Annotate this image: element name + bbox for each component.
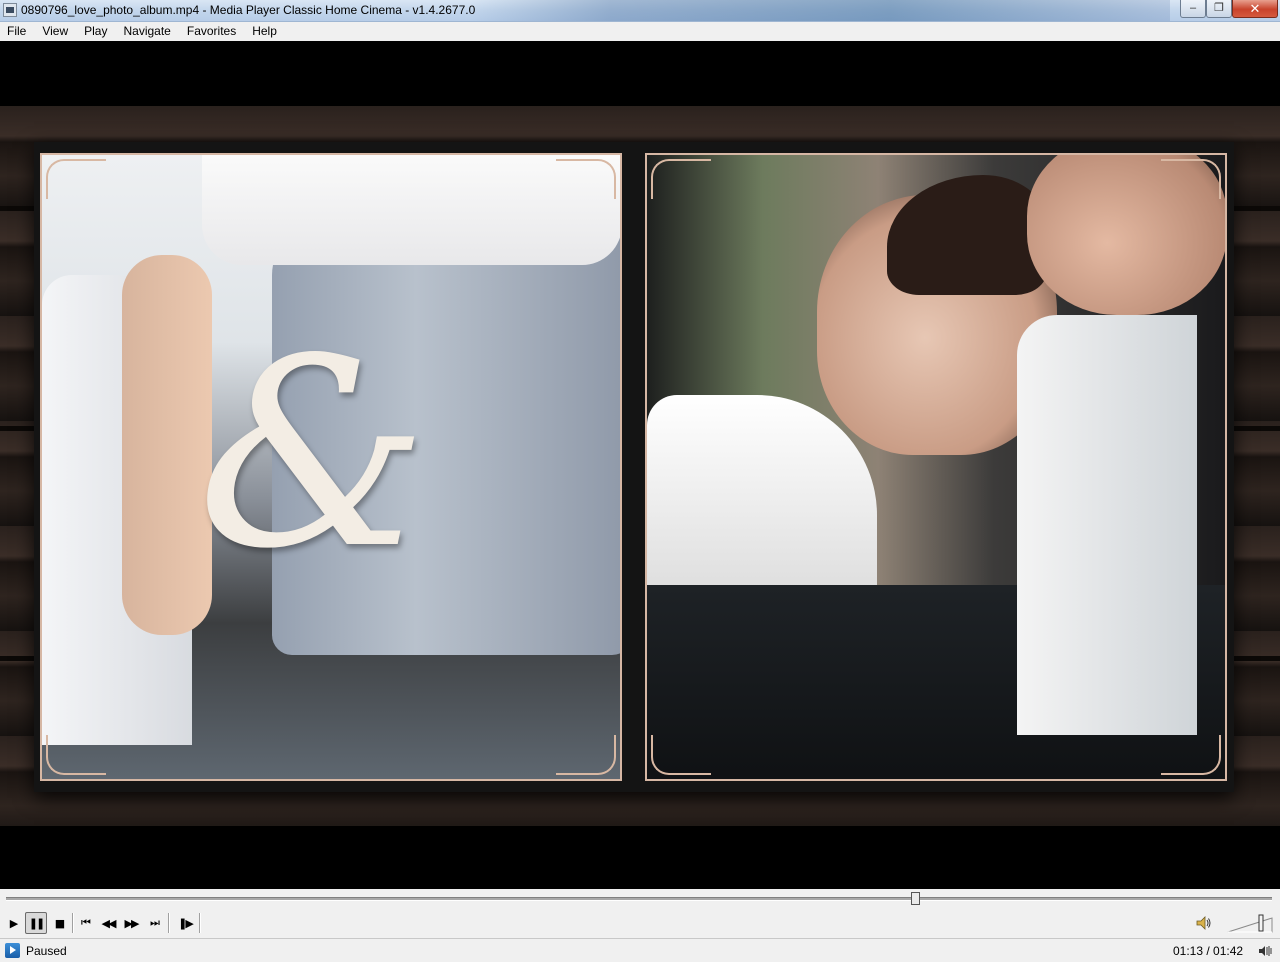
menu-favorites[interactable]: Favorites [179, 22, 244, 41]
playback-status: Paused [26, 944, 67, 958]
seek-bar[interactable] [0, 889, 1280, 909]
volume-slider[interactable] [1226, 912, 1276, 934]
minimize-button[interactable]: – [1180, 0, 1206, 18]
album-photo-right [645, 153, 1227, 781]
speaker-icon[interactable] [1196, 915, 1212, 931]
photo-corner-ornament [46, 735, 106, 775]
title-bar[interactable]: 0890796_love_photo_album.mp4 - Media Pla… [0, 0, 1280, 22]
photo-corner-ornament [46, 159, 106, 199]
toolbar-separator [168, 913, 170, 933]
groom-shirt [1017, 315, 1197, 735]
maximize-button[interactable]: ❐ [1206, 0, 1232, 18]
status-bar: Paused 01:13 / 01:42 [0, 938, 1280, 962]
menu-view[interactable]: View [34, 22, 76, 41]
window-title: 0890796_love_photo_album.mp4 - Media Pla… [21, 3, 476, 17]
photo-corner-ornament [651, 735, 711, 775]
time-display: 01:13 / 01:42 [1173, 944, 1244, 958]
photo-corner-ornament [1161, 735, 1221, 775]
volume-thumb [1258, 914, 1264, 932]
rewind-button[interactable]: ◀◀ [97, 912, 119, 934]
album-photo-left: & [40, 153, 622, 781]
pause-button[interactable]: ❚❚ [25, 912, 47, 934]
photo-corner-ornament [556, 159, 616, 199]
playback-toolbar: ▶ ❚❚ ■ ⏮ ◀◀ ▶▶ ⏭ ❚▶ [0, 909, 1280, 938]
title-bar-glow [470, 0, 1170, 21]
menu-help[interactable]: Help [244, 22, 285, 41]
video-area[interactable]: & [0, 41, 1280, 889]
menu-bar: File View Play Navigate Favorites Help [0, 22, 1280, 41]
bride-hair [887, 175, 1047, 295]
photo-corner-ornament [556, 735, 616, 775]
media-player-window: 0890796_love_photo_album.mp4 - Media Pla… [0, 0, 1280, 962]
play-state-icon [5, 943, 20, 958]
close-button[interactable]: ✕ [1232, 0, 1278, 18]
app-icon[interactable] [3, 3, 17, 17]
audio-level-icon [1259, 946, 1272, 956]
window-controls: – ❐ ✕ [1180, 0, 1278, 19]
stop-button[interactable]: ■ [48, 912, 70, 934]
previous-button[interactable]: ⏮ [74, 912, 96, 934]
frame-step-button[interactable]: ❚▶ [174, 912, 196, 934]
next-button[interactable]: ⏭ [143, 912, 165, 934]
play-button[interactable]: ▶ [2, 912, 24, 934]
ampersand-sign: & [197, 304, 429, 606]
menu-file[interactable]: File [0, 22, 34, 41]
toolbar-separator [199, 913, 201, 933]
seek-track[interactable] [6, 897, 1272, 901]
fast-forward-button[interactable]: ▶▶ [120, 912, 142, 934]
seek-thumb[interactable] [910, 892, 920, 905]
photo-corner-ornament [1161, 159, 1221, 199]
bride-gown [647, 395, 877, 605]
photo-corner-ornament [651, 159, 711, 199]
menu-play[interactable]: Play [76, 22, 115, 41]
menu-navigate[interactable]: Navigate [115, 22, 178, 41]
